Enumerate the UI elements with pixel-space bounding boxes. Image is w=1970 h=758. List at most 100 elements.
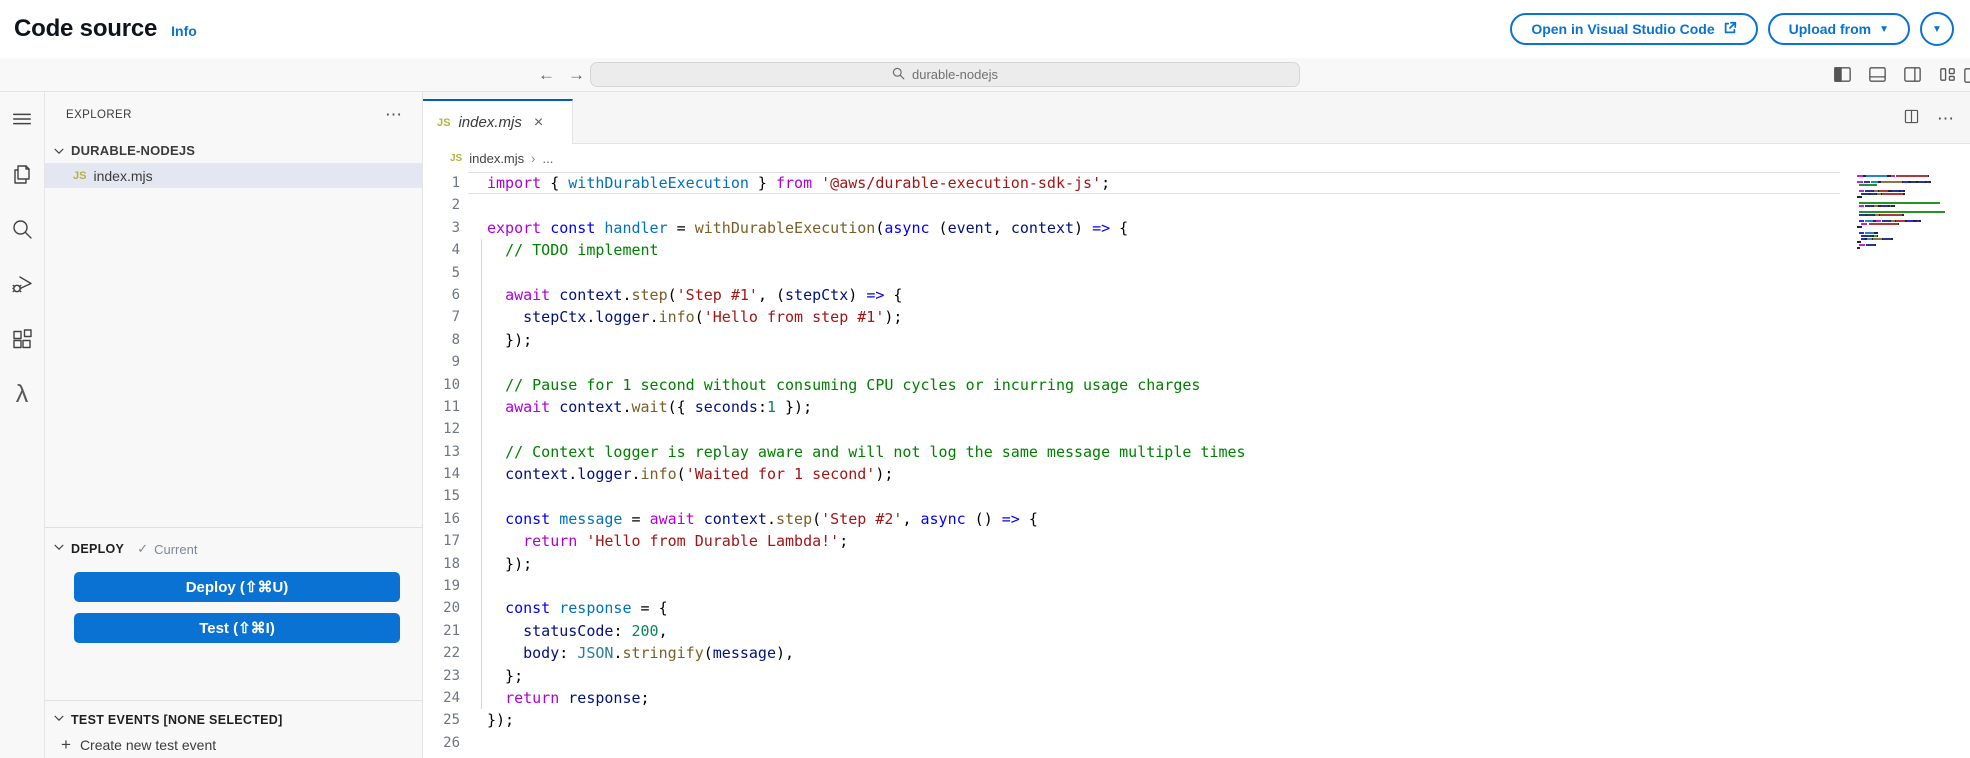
- navigate-forward-icon[interactable]: →: [568, 65, 585, 85]
- explorer-title: EXPLORER: [66, 109, 132, 121]
- editor-more-actions-icon[interactable]: ⋯: [1937, 109, 1956, 129]
- deploy-status: Current: [154, 542, 197, 557]
- code-line: 6 await context.step('Step #1', (stepCtx…: [423, 284, 1970, 306]
- command-center-text: durable-nodejs: [912, 67, 998, 82]
- breadcrumb[interactable]: JS index.mjs › ...: [423, 144, 1970, 172]
- code-line: 15: [423, 485, 1970, 507]
- code-line: 2: [423, 194, 1970, 216]
- line-number: 24: [423, 687, 468, 709]
- navigate-back-icon[interactable]: ←: [538, 65, 555, 85]
- line-number: 25: [423, 709, 468, 731]
- code-line: 18 });: [423, 553, 1970, 575]
- line-number: 21: [423, 620, 468, 642]
- deploy-button[interactable]: Deploy (⇧⌘U): [74, 572, 400, 602]
- line-number: 15: [423, 485, 468, 507]
- editor-titlebar: ← → durable-nodejs: [0, 58, 1970, 92]
- code-line: 25});: [423, 709, 1970, 731]
- sidebar: EXPLORER ⋯ DURABLE-NODEJS JS index.mjs D…: [45, 92, 423, 758]
- line-number: 5: [423, 262, 468, 284]
- check-icon: ✓: [137, 541, 148, 557]
- js-file-icon: JS: [73, 170, 86, 182]
- code-line: 17 return 'Hello from Durable Lambda!';: [423, 530, 1970, 552]
- menu-icon[interactable]: [9, 106, 35, 132]
- external-link-icon: [1723, 21, 1737, 38]
- lambda-icon[interactable]: λ: [9, 381, 35, 407]
- code-line: 12: [423, 418, 1970, 440]
- line-number: 20: [423, 597, 468, 619]
- code-line: 21 statusCode: 200,: [423, 620, 1970, 642]
- code-line: 10 // Pause for 1 second without consumi…: [423, 374, 1970, 396]
- code-line: 19: [423, 575, 1970, 597]
- test-events-title: TEST EVENTS [NONE SELECTED]: [71, 713, 283, 727]
- search-icon: [892, 67, 905, 83]
- activity-bar: λ: [0, 92, 45, 758]
- explorer-more-icon[interactable]: ⋯: [385, 105, 404, 125]
- caret-down-icon: ▼: [1879, 25, 1889, 35]
- split-editor-icon[interactable]: [1902, 107, 1921, 131]
- code-line: 4 // TODO implement: [423, 239, 1970, 261]
- extensions-icon[interactable]: [9, 326, 35, 352]
- line-number: 23: [423, 665, 468, 687]
- deploy-title: DEPLOY: [71, 542, 124, 556]
- code-line: 9: [423, 351, 1970, 373]
- line-number: 10: [423, 374, 468, 396]
- line-number: 26: [423, 732, 468, 754]
- chevron-down-icon: [52, 540, 66, 559]
- file-label: index.mjs: [93, 168, 152, 184]
- line-number: 8: [423, 329, 468, 351]
- chevron-down-icon: [52, 144, 66, 158]
- code-line: 13 // Context logger is replay aware and…: [423, 441, 1970, 463]
- code-line: 7 stepCtx.logger.info('Hello from step #…: [423, 306, 1970, 328]
- create-test-event-button[interactable]: + Create new test event: [45, 732, 422, 758]
- deploy-section: DEPLOY ✓ Current Deploy (⇧⌘U) Test (⇧⌘I): [45, 527, 422, 700]
- command-center-search[interactable]: durable-nodejs: [590, 62, 1300, 87]
- line-number: 11: [423, 396, 468, 418]
- toggle-panel-icon[interactable]: [1867, 64, 1888, 85]
- explorer-icon[interactable]: [9, 161, 35, 187]
- lambda-glyph: λ: [16, 382, 29, 407]
- clipped-layout-icon[interactable]: [1962, 65, 1970, 91]
- chevron-down-icon: [52, 711, 66, 730]
- customize-layout-icon[interactable]: [1937, 64, 1958, 85]
- info-link[interactable]: Info: [171, 23, 197, 39]
- line-number: 7: [423, 306, 468, 328]
- upload-from-button[interactable]: Upload from ▼: [1768, 13, 1910, 45]
- breadcrumb-symbol[interactable]: ...: [543, 151, 554, 166]
- search-icon[interactable]: [9, 216, 35, 242]
- line-number: 3: [423, 217, 468, 239]
- caret-down-icon: ▼: [1932, 25, 1942, 35]
- open-in-vscode-button[interactable]: Open in Visual Studio Code: [1510, 13, 1757, 45]
- breadcrumb-file[interactable]: index.mjs: [469, 151, 524, 166]
- line-number: 1: [423, 172, 468, 194]
- more-actions-button[interactable]: ▼: [1920, 12, 1954, 46]
- breadcrumb-separator-icon: ›: [531, 151, 535, 166]
- open-in-vscode-label: Open in Visual Studio Code: [1531, 21, 1714, 37]
- tab-index-mjs[interactable]: JS index.mjs ×: [423, 99, 573, 144]
- toggle-secondary-sidebar-icon[interactable]: [1902, 64, 1923, 85]
- toggle-primary-sidebar-icon[interactable]: [1832, 64, 1853, 85]
- line-number: 13: [423, 441, 468, 463]
- file-row-index-mjs[interactable]: JS index.mjs: [45, 163, 422, 188]
- code-line: 11 await context.wait({ seconds:1 });: [423, 396, 1970, 418]
- line-number: 16: [423, 508, 468, 530]
- code-lines: 1import { withDurableExecution } from '@…: [423, 172, 1970, 754]
- test-events-header[interactable]: TEST EVENTS [NONE SELECTED]: [45, 708, 422, 732]
- line-number: 18: [423, 553, 468, 575]
- minimap[interactable]: [1857, 175, 1949, 253]
- code-line: 20 const response = {: [423, 597, 1970, 619]
- test-button[interactable]: Test (⇧⌘I): [74, 613, 400, 643]
- page-title: Code source: [14, 15, 157, 43]
- test-events-section: TEST EVENTS [NONE SELECTED] + Create new…: [45, 700, 422, 758]
- run-and-debug-icon[interactable]: [9, 271, 35, 297]
- code-editor[interactable]: 1import { withDurableExecution } from '@…: [423, 172, 1970, 758]
- create-test-event-label: Create new test event: [80, 737, 216, 753]
- tab-label: index.mjs: [458, 114, 521, 131]
- code-line: 22 body: JSON.stringify(message),: [423, 642, 1970, 664]
- folder-label: DURABLE-NODEJS: [71, 143, 195, 158]
- code-source-header: Code source Info Open in Visual Studio C…: [0, 0, 1970, 58]
- js-file-icon: JS: [437, 117, 450, 129]
- folder-row-durable-nodejs[interactable]: DURABLE-NODEJS: [45, 138, 422, 163]
- code-line: 8 });: [423, 329, 1970, 351]
- deploy-section-header[interactable]: DEPLOY ✓ Current: [45, 537, 422, 561]
- close-tab-icon[interactable]: ×: [534, 115, 543, 131]
